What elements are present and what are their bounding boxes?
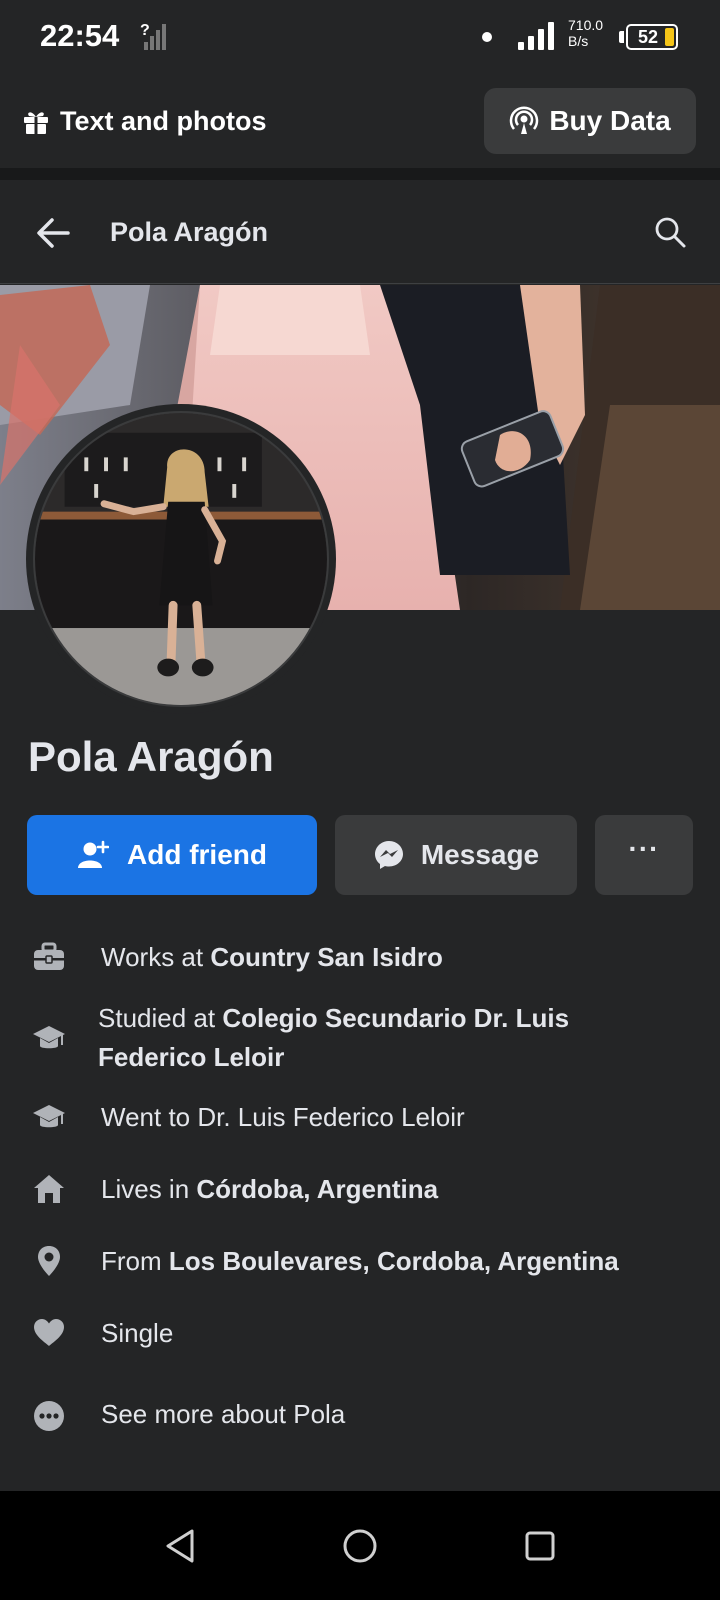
more-options-button[interactable]: ···	[595, 815, 693, 895]
gift-icon	[24, 111, 48, 134]
text-and-photos-label: Text and photos	[60, 106, 267, 136]
more-options-label: ···	[628, 833, 660, 864]
buy-data-label: Buy Data	[549, 105, 671, 136]
notification-dot-icon	[482, 32, 492, 42]
recent-apps-icon[interactable]	[515, 1521, 565, 1571]
detail-work-value[interactable]: Country San Isidro	[210, 942, 443, 972]
briefcase-icon	[34, 942, 64, 970]
avatar	[33, 411, 329, 707]
add-friend-button[interactable]: Add friend	[27, 815, 317, 895]
battery-level: 52	[637, 27, 659, 47]
home-icon	[34, 1175, 64, 1203]
graduation-cap-icon	[33, 1026, 65, 1049]
promo-bar: Text and photos Buy Data	[0, 76, 720, 168]
detail-from-text: From Los Boulevares, Cordoba, Argentina	[101, 1242, 681, 1281]
graduation-cap-icon	[33, 1105, 65, 1128]
back-arrow-icon[interactable]	[34, 213, 74, 253]
battery-icon: 52	[626, 24, 678, 50]
detail-study-text: Studied at Colegio Secundario Dr. Luis F…	[98, 999, 678, 1077]
battery-fill	[665, 28, 674, 46]
location-pin-icon	[38, 1246, 60, 1276]
detail-lives-text: Lives in Córdoba, Argentina	[101, 1170, 681, 1209]
detail-relationship-text: Single	[101, 1318, 174, 1348]
no-service-signal-icon: ?	[140, 22, 166, 50]
detail-from-prefix: From	[101, 1246, 169, 1276]
detail-lives-value[interactable]: Córdoba, Argentina	[196, 1174, 438, 1204]
network-speed-unit: B/s	[568, 33, 589, 49]
section-divider	[0, 168, 720, 180]
network-speed: 710.0 B/s	[568, 17, 614, 49]
message-button[interactable]: Message	[335, 815, 577, 895]
search-icon[interactable]	[652, 214, 688, 250]
system-navigation-bar	[0, 1491, 720, 1600]
detail-work-text: Works at Country San Isidro	[101, 938, 681, 977]
detail-went-text[interactable]: Went to Dr. Luis Federico Leloir	[101, 1098, 681, 1137]
broadcast-icon	[510, 106, 539, 134]
text-and-photos-toggle[interactable]: Text and photos	[22, 106, 267, 137]
battery-nub	[619, 31, 624, 43]
more-dots-icon	[34, 1401, 64, 1431]
detail-lives-prefix: Lives in	[101, 1174, 197, 1204]
avatar-image	[35, 413, 327, 705]
back-triangle-icon[interactable]	[156, 1521, 206, 1571]
detail-work-prefix: Works at	[101, 942, 211, 972]
network-speed-value: 710.0	[568, 17, 604, 33]
see-more-about-label[interactable]: See more about Pola	[101, 1395, 681, 1434]
profile-avatar[interactable]	[26, 404, 336, 714]
detail-study-prefix: Studied at	[98, 1003, 223, 1033]
profile-name: Pola Aragón	[28, 733, 274, 780]
buy-data-button[interactable]: Buy Data	[484, 88, 696, 154]
status-bar: 22:54 ? 710.0 B/s 52	[0, 0, 720, 76]
message-label: Message	[420, 839, 540, 870]
status-time: 22:54	[40, 18, 120, 53]
profile-header: Pola Aragón	[0, 180, 720, 284]
svg-text:?: ?	[140, 22, 150, 39]
messenger-icon	[374, 841, 403, 869]
add-person-icon	[78, 840, 109, 868]
detail-from-value[interactable]: Los Boulevares, Cordoba, Argentina	[169, 1246, 619, 1276]
cell-signal-icon	[518, 22, 554, 50]
add-friend-label: Add friend	[127, 839, 267, 870]
home-circle-icon[interactable]	[335, 1521, 385, 1571]
page-title: Pola Aragón	[110, 217, 269, 247]
heart-icon	[34, 1319, 64, 1346]
